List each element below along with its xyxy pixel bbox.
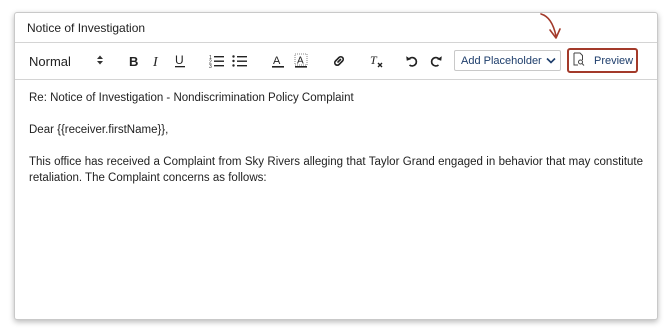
background-color-button[interactable]: A [292,52,310,70]
svg-text:A: A [273,55,281,67]
chevron-down-icon [546,56,556,68]
preview-button[interactable]: Preview [567,48,638,73]
ordered-list-icon: 1 2 3 [209,55,224,68]
svg-text:A: A [297,56,304,67]
preview-label: Preview [594,54,634,67]
highlight-icon: A [294,53,308,68]
svg-text:I: I [152,55,159,68]
editor-toolbar: Normal B I U 1 2 3 A A T Add Placeholder… [15,43,657,80]
document-title: Notice of Investigation [27,21,146,35]
document-search-icon [573,52,585,69]
bullet-list-button[interactable] [231,52,249,70]
svg-text:B: B [129,54,138,68]
up-down-arrows-icon [96,53,104,71]
svg-text:U: U [175,53,184,67]
annotation-arrow-icon [540,13,561,39]
format-select-value: Normal [29,53,71,69]
italic-icon: I [152,55,159,68]
link-button[interactable] [330,52,348,70]
clear-format-icon: T [370,53,383,68]
link-icon [334,56,344,66]
greeting-line: Dear {{receiver.firstName}}, [29,124,169,136]
svg-text:3: 3 [209,64,212,68]
underline-button[interactable]: U [171,52,189,70]
bold-button[interactable]: B [125,52,143,70]
underline-icon: U [175,53,185,68]
text-color-button[interactable]: A [269,52,287,70]
format-select[interactable]: Normal [29,51,105,71]
editor-body[interactable]: Re: Notice of Investigation - Nondiscrim… [29,80,643,319]
undo-button[interactable] [403,52,421,70]
redo-icon [430,56,442,67]
bullet-list-icon [232,55,247,67]
undo-icon [406,56,418,67]
add-placeholder-label: Add Placeholder [461,54,542,67]
add-placeholder-select[interactable]: Add Placeholder [454,50,561,71]
clear-format-button[interactable]: T [368,52,386,70]
bold-icon: B [129,54,138,68]
subject-line: Re: Notice of Investigation - Nondiscrim… [29,92,354,104]
ordered-list-button[interactable]: 1 2 3 [208,52,226,70]
italic-button[interactable]: I [148,52,166,70]
redo-button[interactable] [427,52,445,70]
editor-window: Notice of Investigation Normal B I U 1 2… [14,12,658,320]
body-paragraph: This office has received a Complaint fro… [29,156,643,184]
text-color-icon: A [272,55,284,68]
svg-text:T: T [370,53,378,67]
